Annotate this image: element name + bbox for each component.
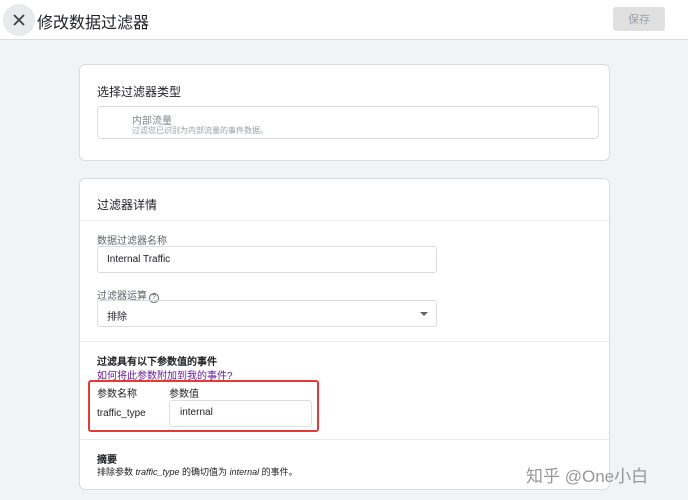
summary-suffix: 的事件。 <box>259 467 298 477</box>
summary-middle: 的确切值为 <box>179 467 230 477</box>
filter-type-description: 过滤您已识别为内部流量的事件数据。 <box>132 126 268 135</box>
divider <box>80 220 609 221</box>
summary-heading: 摘要 <box>97 455 117 466</box>
filter-operation-select[interactable]: 排除 <box>97 300 437 327</box>
page-title: 修改数据过滤器 <box>37 15 150 32</box>
filter-name-label: 数据过滤器名称 <box>97 236 167 247</box>
summary-prefix: 排除参数 <box>97 467 136 477</box>
filter-name-input[interactable]: Internal Traffic <box>97 246 437 273</box>
summary-value: internal <box>229 467 260 477</box>
summary-param: traffic_type <box>135 467 180 477</box>
summary-text: 排除参数 traffic_type 的确切值为 internal 的事件。 <box>97 465 298 478</box>
dropdown-arrow-icon <box>420 312 428 316</box>
filter-operation-value: 排除 <box>107 312 127 323</box>
close-icon <box>13 14 25 26</box>
filter-details-card: 过滤器详情 数据过滤器名称 Internal Traffic 过滤器运算? 排除… <box>79 178 610 490</box>
watermark: 知乎 @One小白 <box>526 467 649 486</box>
filter-type-selector[interactable]: 内部流量 过滤您已识别为内部流量的事件数据。 <box>97 106 599 139</box>
divider <box>80 439 609 440</box>
divider <box>80 341 609 342</box>
filter-type-heading: 选择过滤器类型 <box>97 85 182 99</box>
filter-details-heading: 过滤器详情 <box>97 198 158 212</box>
top-bar: 修改数据过滤器 保存 <box>0 0 688 40</box>
save-button[interactable]: 保存 <box>613 7 665 31</box>
highlight-box <box>88 380 319 432</box>
params-heading: 过滤具有以下参数值的事件 <box>97 357 217 368</box>
close-button[interactable] <box>3 4 35 36</box>
filter-type-card: 选择过滤器类型 内部流量 过滤您已识别为内部流量的事件数据。 <box>79 64 610 161</box>
